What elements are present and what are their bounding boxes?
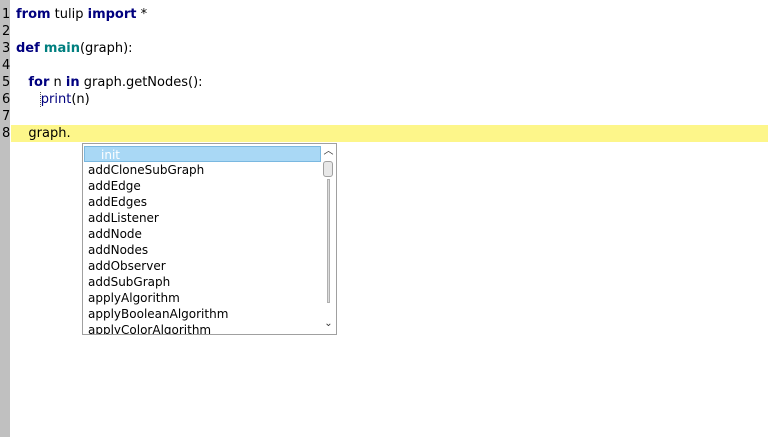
chevron-down-icon[interactable]: ⌄ — [322, 317, 335, 331]
line-number: 6 — [2, 92, 11, 107]
code-token: graph.getNodes(): — [79, 75, 203, 90]
autocomplete-item[interactable]: applyColorAlgorithm — [84, 322, 326, 334]
code-editor[interactable]: 1 from tulip import * 2 3 def main(graph): 4 5… — [0, 0, 768, 437]
line-code[interactable]: graph. — [16, 125, 71, 142]
line-number: 4 — [2, 58, 11, 73]
line-code[interactable]: def main(graph): — [16, 40, 133, 57]
line-number: 3 — [2, 41, 11, 56]
code-token: in — [65, 75, 80, 90]
line-code[interactable]: for n in graph.getNodes(): — [16, 74, 203, 91]
code-token: tulip — [50, 7, 88, 22]
line-code[interactable]: from tulip import * — [16, 6, 147, 23]
autocomplete-popup[interactable]: __init__ addCloneSubGraph addEdge addEdges a… — [82, 143, 337, 335]
code-token: main — [43, 41, 80, 56]
autocomplete-scrollbar[interactable]: ︿ ⌄ — [322, 145, 335, 333]
line-number: 5 — [2, 75, 11, 90]
code-token: * — [136, 7, 148, 22]
code-line[interactable]: 7 — [0, 108, 768, 125]
code-line[interactable]: 3 def main(graph): — [0, 40, 768, 57]
code-line[interactable]: 1 from tulip import * — [0, 6, 768, 23]
code-token: (n) — [71, 92, 90, 107]
code-token: def — [16, 41, 40, 56]
autocomplete-item[interactable]: addEdge — [84, 178, 326, 194]
autocomplete-item[interactable]: addSubGraph — [84, 274, 326, 290]
autocomplete-item[interactable]: addEdges — [84, 194, 326, 210]
code-line[interactable]: 6 print(n) — [0, 91, 768, 108]
code-token: for — [28, 75, 50, 90]
autocomplete-item[interactable]: addCloneSubGraph — [84, 162, 326, 178]
code-line[interactable]: 2 — [0, 23, 768, 40]
code-token: (graph): — [79, 41, 133, 56]
autocomplete-item[interactable]: applyAlgorithm — [84, 290, 326, 306]
code-line[interactable]: 5 for n in graph.getNodes(): — [0, 74, 768, 91]
scrollbar-track[interactable] — [327, 179, 330, 303]
code-token: print — [40, 92, 72, 107]
autocomplete-item[interactable]: addObserver — [84, 258, 326, 274]
code-token: n — [49, 75, 66, 90]
line-number: 2 — [2, 24, 11, 39]
line-number: 8 — [2, 126, 11, 141]
indent-guide — [40, 92, 41, 107]
scrollbar-thumb[interactable] — [323, 161, 333, 177]
autocomplete-item[interactable]: addNodes — [84, 242, 326, 258]
line-code[interactable]: print(n) — [16, 91, 90, 108]
line-number: 1 — [2, 7, 11, 22]
code-token: import — [87, 7, 137, 22]
code-token: graph. — [16, 126, 71, 141]
code-line[interactable]: 8 graph. — [2, 125, 768, 142]
code-line[interactable]: 4 — [0, 57, 768, 74]
chevron-up-icon[interactable]: ︿ — [322, 145, 335, 159]
autocomplete-item[interactable]: addNode — [84, 226, 326, 242]
autocomplete-item[interactable]: applyBooleanAlgorithm — [84, 306, 326, 322]
autocomplete-item[interactable]: __init__ — [84, 146, 321, 162]
autocomplete-item[interactable]: addListener — [84, 210, 326, 226]
code-token: from — [16, 7, 51, 22]
line-number: 7 — [2, 109, 11, 124]
